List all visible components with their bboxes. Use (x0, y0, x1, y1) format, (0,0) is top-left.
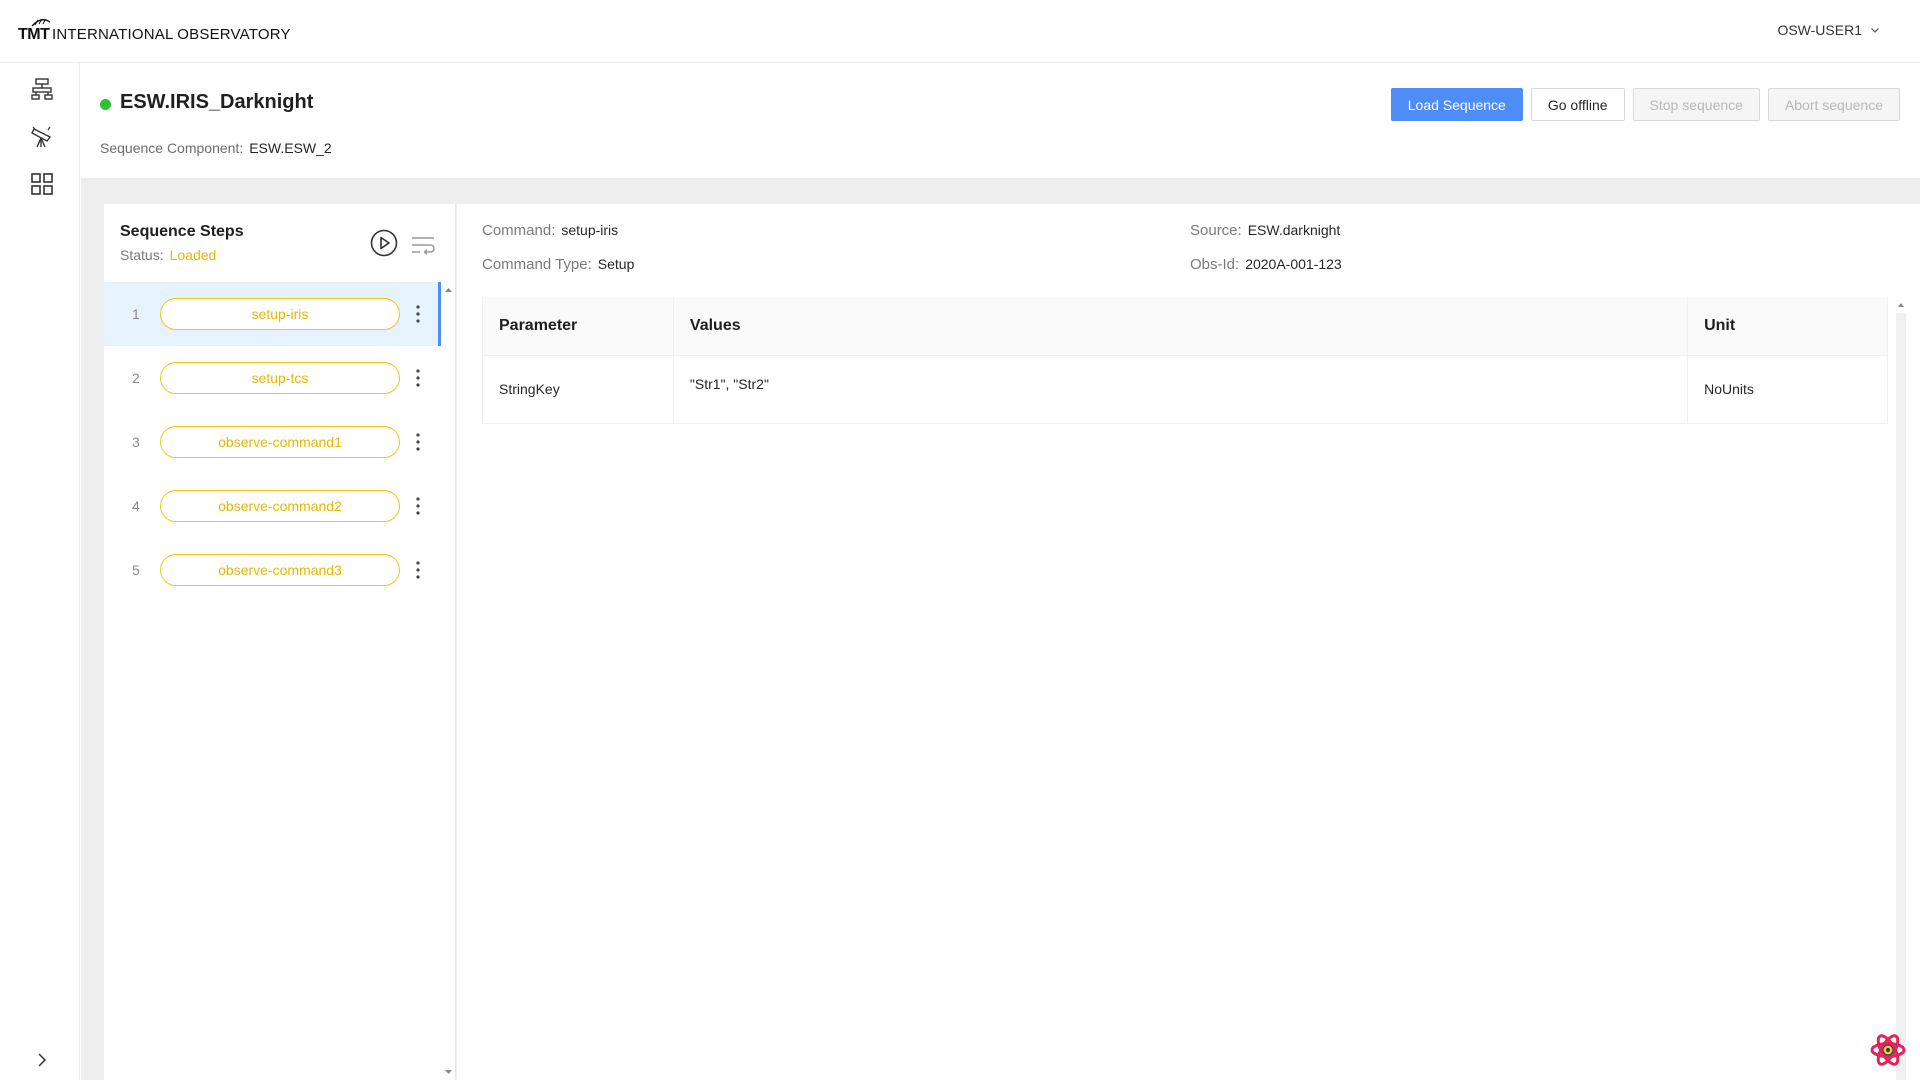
parameters-table: Parameter Values Unit StringKey "Str1", … (482, 297, 1888, 424)
left-nav (0, 63, 80, 1080)
source-value: ESW.darknight (1247, 222, 1341, 238)
command-type-value: Setup (597, 256, 635, 272)
step-number: 2 (132, 370, 140, 386)
step-row[interactable]: 4 observe-command2 (104, 474, 441, 538)
command-label: Command: (482, 222, 556, 239)
step-command-button[interactable]: observe-command2 (160, 490, 400, 522)
step-number: 3 (132, 434, 140, 450)
command-type-label: Command Type: (482, 256, 592, 273)
step-number: 1 (132, 306, 140, 322)
steps-status-label: Status: (120, 247, 164, 263)
table-scrollbar[interactable] (1896, 297, 1906, 1080)
sequence-component-label: Sequence Component: (100, 140, 244, 156)
more-vertical-icon[interactable] (414, 494, 422, 518)
steps-title: Sequence Steps (120, 223, 244, 240)
step-number: 5 (132, 562, 140, 578)
obs-id-label: Obs-Id: (1190, 256, 1240, 273)
step-command-button[interactable]: setup-tcs (160, 362, 400, 394)
column-header-unit: Unit (1687, 297, 1888, 356)
step-number: 4 (132, 498, 140, 514)
command-field: Command: setup-iris (482, 222, 618, 239)
chevron-down-icon (1871, 28, 1879, 33)
command-type-field: Command Type: Setup (482, 256, 634, 273)
parameter-cell: StringKey (482, 355, 674, 424)
step-command-button[interactable]: observe-command3 (160, 554, 400, 586)
logo-text: INTERNATIONAL OBSERVATORY (52, 26, 291, 43)
grid-icon[interactable] (30, 172, 54, 196)
more-vertical-icon[interactable] (414, 302, 422, 326)
table-header-row: Parameter Values Unit (482, 297, 1888, 356)
logo-mark-text: TMT (18, 26, 50, 43)
reset-steps-icon[interactable] (411, 234, 435, 256)
table-row: StringKey "Str1", "Str2" NoUnits (482, 355, 1888, 424)
sequencer-actions: Load Sequence Go offline Stop sequence A… (1390, 88, 1900, 121)
step-row[interactable]: 2 setup-tcs (104, 346, 441, 410)
step-command-button[interactable]: observe-command1 (160, 426, 400, 458)
sequence-component: Sequence Component: ESW.ESW_2 (100, 140, 332, 156)
step-row[interactable]: 5 observe-command3 (104, 538, 441, 602)
stop-sequence-button[interactable]: Stop sequence (1632, 88, 1760, 121)
play-icon[interactable] (369, 228, 399, 258)
column-header-values: Values (673, 297, 1689, 356)
step-row[interactable]: 3 observe-command1 (104, 410, 441, 474)
values-cell: "Str1", "Str2" (673, 355, 1689, 424)
go-offline-button[interactable]: Go offline (1530, 88, 1625, 121)
more-vertical-icon[interactable] (414, 558, 422, 582)
load-sequence-button[interactable]: Load Sequence (1390, 88, 1523, 121)
chevron-right-icon[interactable] (34, 1052, 50, 1068)
steps-scrollbar[interactable] (441, 282, 456, 1080)
steps-status-value: Loaded (169, 247, 217, 263)
more-vertical-icon[interactable] (414, 366, 422, 390)
sequencer-status-dot (100, 99, 111, 110)
obs-id-field: Obs-Id: 2020A-001-123 (1190, 256, 1342, 273)
sequencer-title: ESW.IRIS_Darknight (120, 91, 314, 113)
steps-list: 1 setup-iris 2 setup-tcs 3 observe-comma… (104, 282, 441, 602)
sequence-steps-panel: Sequence Steps Status: Loaded 1 setup-iri… (104, 204, 456, 1080)
steps-status: Status: Loaded (120, 247, 216, 263)
react-devtools-icon[interactable] (1870, 1032, 1906, 1068)
username: OSW-USER1 (1777, 22, 1862, 38)
command-value: setup-iris (561, 222, 619, 238)
tmt-logo-mark: TMT (18, 16, 51, 44)
abort-sequence-button[interactable]: Abort sequence (1767, 88, 1900, 121)
sitemap-icon[interactable] (30, 77, 54, 101)
sequence-component-value: ESW.ESW_2 (249, 140, 332, 156)
tmt-logo: TMT INTERNATIONAL OBSERVATORY (18, 14, 291, 44)
obs-id-value: 2020A-001-123 (1245, 256, 1342, 272)
sequencer-titlebar: ESW.IRIS_Darknight Sequence Component: ES… (81, 63, 1920, 178)
more-vertical-icon[interactable] (414, 430, 422, 454)
column-header-parameter: Parameter (482, 297, 674, 356)
telescope-icon[interactable] (30, 125, 54, 149)
app-header: TMT INTERNATIONAL OBSERVATORY OSW-USER1 (0, 0, 1920, 63)
unit-cell: NoUnits (1687, 355, 1888, 424)
step-command-button[interactable]: setup-iris (160, 298, 400, 330)
source-label: Source: (1190, 222, 1242, 239)
step-row[interactable]: 1 setup-iris (104, 282, 441, 346)
user-menu[interactable]: OSW-USER1 (1777, 22, 1880, 38)
source-field: Source: ESW.darknight (1190, 222, 1340, 239)
step-details-panel: Command: setup-iris Command Type: Setup So… (457, 204, 1920, 1080)
